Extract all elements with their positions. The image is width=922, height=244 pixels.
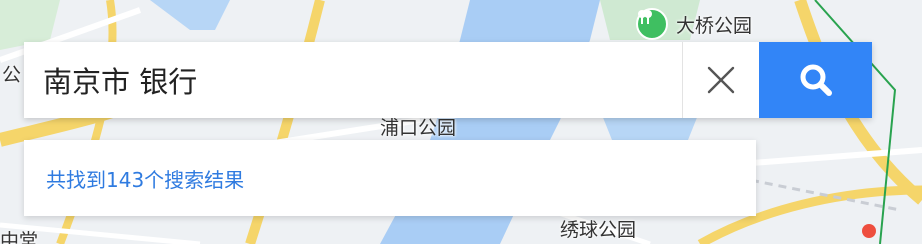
park-tree-icon bbox=[636, 8, 668, 40]
search-icon bbox=[800, 64, 832, 96]
park-top-label: 大桥公园 bbox=[676, 14, 753, 37]
result-count-text[interactable]: 共找到143个搜索结果 bbox=[24, 164, 244, 193]
search-bar: 南京市 银行 bbox=[24, 42, 872, 118]
left-edge-top-label: 公 bbox=[2, 64, 22, 86]
close-icon bbox=[707, 66, 735, 94]
park-bottom-label: 绣球公园 bbox=[560, 219, 637, 241]
search-input[interactable]: 南京市 银行 bbox=[24, 42, 682, 118]
poi-park-top[interactable]: 大桥公园 bbox=[636, 8, 752, 40]
search-button[interactable] bbox=[759, 42, 872, 118]
location-marker[interactable] bbox=[862, 224, 876, 238]
clear-button[interactable] bbox=[682, 42, 759, 118]
left-edge-bottom-label: 中堂 bbox=[0, 230, 39, 244]
result-panel[interactable]: 共找到143个搜索结果 bbox=[24, 140, 756, 216]
